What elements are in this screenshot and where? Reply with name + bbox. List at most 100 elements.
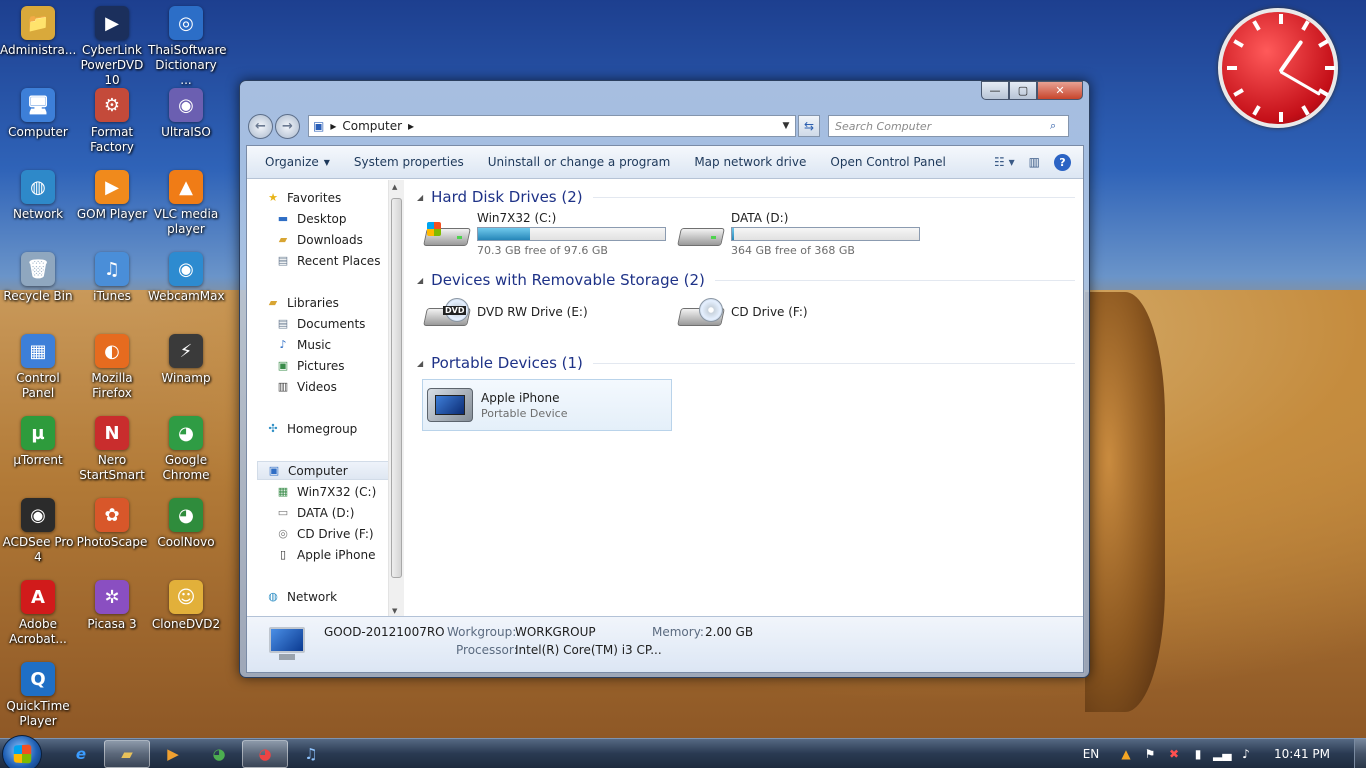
uninstall-program-button[interactable]: Uninstall or change a program bbox=[476, 150, 683, 174]
nav-pictures[interactable]: ▣ Pictures bbox=[275, 356, 400, 375]
desktop-icon-22[interactable]: ✲ Picasa 3 bbox=[74, 578, 150, 632]
help-icon[interactable]: ? bbox=[1054, 153, 1071, 171]
nav-downloads[interactable]: ▰ Downloads bbox=[275, 230, 400, 249]
refresh-button[interactable]: ⇆ bbox=[798, 115, 820, 137]
nav-documents[interactable]: ▤ Documents bbox=[275, 314, 400, 333]
collapse-triangle-icon[interactable]: ◢ bbox=[417, 276, 423, 285]
system-properties-button[interactable]: System properties bbox=[342, 150, 476, 174]
desktop-icon-15[interactable]: µ µTorrent bbox=[0, 414, 76, 468]
maximize-button[interactable]: ▢ bbox=[1009, 81, 1037, 100]
organize-button[interactable]: Organize ▼ bbox=[253, 150, 342, 174]
taskbar-itunes[interactable]: ♫ bbox=[288, 740, 334, 768]
nav-c-drive[interactable]: ▦ Win7X32 (C:) bbox=[275, 482, 400, 501]
nav-f-drive[interactable]: ◎ CD Drive (F:) bbox=[275, 524, 400, 543]
flag-icon[interactable]: ⚑ bbox=[1141, 747, 1159, 761]
group-removable-storage[interactable]: ◢ Devices with Removable Storage (2) bbox=[417, 270, 1075, 290]
taskbar-internet-explorer[interactable]: e bbox=[58, 740, 104, 768]
desktop-icon-16[interactable]: N Nero StartSmart bbox=[74, 414, 150, 483]
nav-computer-label: Computer bbox=[288, 463, 348, 478]
network-signal-icon[interactable]: ▂▄ bbox=[1213, 747, 1231, 761]
search-input[interactable]: Search Computer ⌕ bbox=[828, 115, 1069, 137]
volume-icon[interactable]: ♪ bbox=[1237, 747, 1255, 761]
desktop-icon-14[interactable]: ⚡ Winamp bbox=[148, 332, 224, 386]
nav-favorites[interactable]: ★ Favorites bbox=[265, 188, 400, 207]
address-path[interactable]: Computer bbox=[342, 119, 402, 133]
desktop-icon-24[interactable]: Q QuickTime Player bbox=[0, 660, 76, 729]
drive-d[interactable]: DATA (D:) 364 GB free of 368 GB bbox=[677, 210, 920, 258]
collapse-triangle-icon[interactable]: ◢ bbox=[417, 193, 423, 202]
back-button[interactable]: ← bbox=[248, 113, 273, 139]
open-control-panel-button[interactable]: Open Control Panel bbox=[818, 150, 957, 174]
desktop-icon-19[interactable]: ✿ PhotoScape bbox=[74, 496, 150, 550]
nav-music[interactable]: ♪ Music bbox=[275, 335, 400, 354]
desktop-icon-17[interactable]: ◕ Google Chrome bbox=[148, 414, 224, 483]
scroll-up-icon[interactable]: ▲ bbox=[392, 183, 397, 191]
action-center-icon[interactable]: ✖ bbox=[1165, 747, 1183, 761]
scroll-down-icon[interactable]: ▼ bbox=[392, 607, 397, 615]
drive-f-name: CD Drive (F:) bbox=[731, 305, 808, 319]
map-network-drive-button[interactable]: Map network drive bbox=[682, 150, 818, 174]
desktop-icon-10[interactable]: ♫ iTunes bbox=[74, 250, 150, 304]
desktop-icon-4[interactable]: ⚙ Format Factory bbox=[74, 86, 150, 155]
taskbar-chrome[interactable]: ◕ bbox=[196, 740, 242, 768]
nav-computer[interactable]: ▣ Computer bbox=[257, 461, 397, 480]
close-button[interactable]: ✕ bbox=[1037, 81, 1083, 100]
group-portable-devices[interactable]: ◢ Portable Devices (1) bbox=[417, 353, 1075, 373]
drive-c[interactable]: Win7X32 (C:) 70.3 GB free of 97.6 GB bbox=[423, 210, 666, 258]
desktop-icon-12[interactable]: ▦ Control Panel bbox=[0, 332, 76, 401]
address-path-chevron-icon[interactable]: ▸ bbox=[408, 119, 414, 133]
desktop-icon-6[interactable]: ◍ Network bbox=[0, 168, 76, 222]
forward-button[interactable]: → bbox=[275, 113, 300, 139]
drive-e[interactable]: DVD DVD RW Drive (E:) bbox=[423, 290, 588, 332]
tray-app-icon[interactable]: ▲ bbox=[1117, 747, 1135, 761]
clock-tick bbox=[1233, 88, 1244, 97]
start-button[interactable] bbox=[2, 735, 42, 768]
taskbar-chrome-window[interactable]: ◕ bbox=[242, 740, 288, 768]
desktop-icon-1[interactable]: ▶ CyberLink PowerDVD 10 bbox=[74, 4, 150, 88]
minimize-button[interactable]: — bbox=[981, 81, 1009, 100]
drive-d-usage-bar bbox=[731, 227, 920, 241]
desktop-icon-7[interactable]: ▶ GOM Player bbox=[74, 168, 150, 222]
desktop-icon-9[interactable]: 🗑 Recycle Bin bbox=[0, 250, 76, 304]
view-options-icon[interactable]: ☷ ▾ bbox=[994, 155, 1015, 169]
nav-d-drive[interactable]: ▭ DATA (D:) bbox=[275, 503, 400, 522]
nav-desktop-label: Desktop bbox=[297, 211, 347, 226]
nav-scrollbar[interactable]: ▲ ▼ bbox=[388, 180, 404, 618]
device-apple-iphone[interactable]: Apple iPhone Portable Device bbox=[422, 379, 672, 431]
clock-time[interactable]: 10:41 PM bbox=[1274, 747, 1330, 761]
nav-desktop[interactable]: ▬ Desktop bbox=[275, 209, 400, 228]
address-bar[interactable]: ▣ ▸ Computer ▸ ▼ bbox=[308, 115, 796, 137]
desktop-icon-2[interactable]: ◎ ThaiSoftware Dictionary ... bbox=[148, 4, 227, 88]
nav-videos[interactable]: ▥ Videos bbox=[275, 377, 400, 396]
language-indicator[interactable]: EN bbox=[1082, 747, 1100, 761]
desktop-icon-0[interactable]: 📁 Administra... bbox=[0, 4, 76, 58]
collapse-triangle-icon[interactable]: ◢ bbox=[417, 359, 423, 368]
desktop-icon-3[interactable]: 🖥 Computer bbox=[0, 86, 76, 140]
desktop-icon-18[interactable]: ◉ ACDSee Pro 4 bbox=[0, 496, 76, 565]
desktop-icon-5[interactable]: ◉ UltraISO bbox=[148, 86, 224, 140]
drive-d-name: DATA (D:) bbox=[731, 211, 789, 225]
desktop-icon-23[interactable]: ☺ CloneDVD2 bbox=[148, 578, 224, 632]
nav-network[interactable]: ◍ Network bbox=[265, 587, 400, 606]
desktop-icon-11[interactable]: ◉ WebcamMax bbox=[148, 250, 225, 304]
scroll-thumb[interactable] bbox=[391, 198, 402, 578]
desktop-icon-13[interactable]: ◐ Mozilla Firefox bbox=[74, 332, 150, 401]
explorer-window[interactable]: — ▢ ✕ ← → ▣ ▸ Computer ▸ ▼ ⇆ Search Comp… bbox=[239, 80, 1090, 678]
nav-iphone[interactable]: ▯ Apple iPhone bbox=[275, 545, 400, 564]
group-hard-disk-drives[interactable]: ◢ Hard Disk Drives (2) bbox=[417, 187, 1075, 207]
taskbar-media-player[interactable]: ▶ bbox=[150, 740, 196, 768]
nav-homegroup[interactable]: ✣ Homegroup bbox=[265, 419, 400, 438]
nav-recent-places[interactable]: ▤ Recent Places bbox=[275, 251, 400, 270]
drive-f[interactable]: CD Drive (F:) bbox=[677, 290, 808, 332]
search-icon[interactable]: ⌕ bbox=[1050, 119, 1068, 133]
show-desktop-button[interactable] bbox=[1354, 739, 1366, 768]
nav-libraries[interactable]: ▰ Libraries bbox=[265, 293, 400, 312]
itunes-icon: ♫ bbox=[304, 745, 318, 763]
taskbar-windows-explorer[interactable]: ▰ bbox=[104, 740, 150, 768]
address-dropdown-icon[interactable]: ▼ bbox=[777, 121, 795, 131]
desktop-icon-20[interactable]: ◕ CoolNovo bbox=[148, 496, 224, 550]
desktop-icon-21[interactable]: A Adobe Acrobat... bbox=[0, 578, 76, 647]
preview-pane-icon[interactable]: ▥ bbox=[1029, 155, 1040, 169]
safely-remove-icon[interactable]: ▮ bbox=[1189, 747, 1207, 761]
desktop-icon-8[interactable]: ▲ VLC media player bbox=[148, 168, 224, 237]
